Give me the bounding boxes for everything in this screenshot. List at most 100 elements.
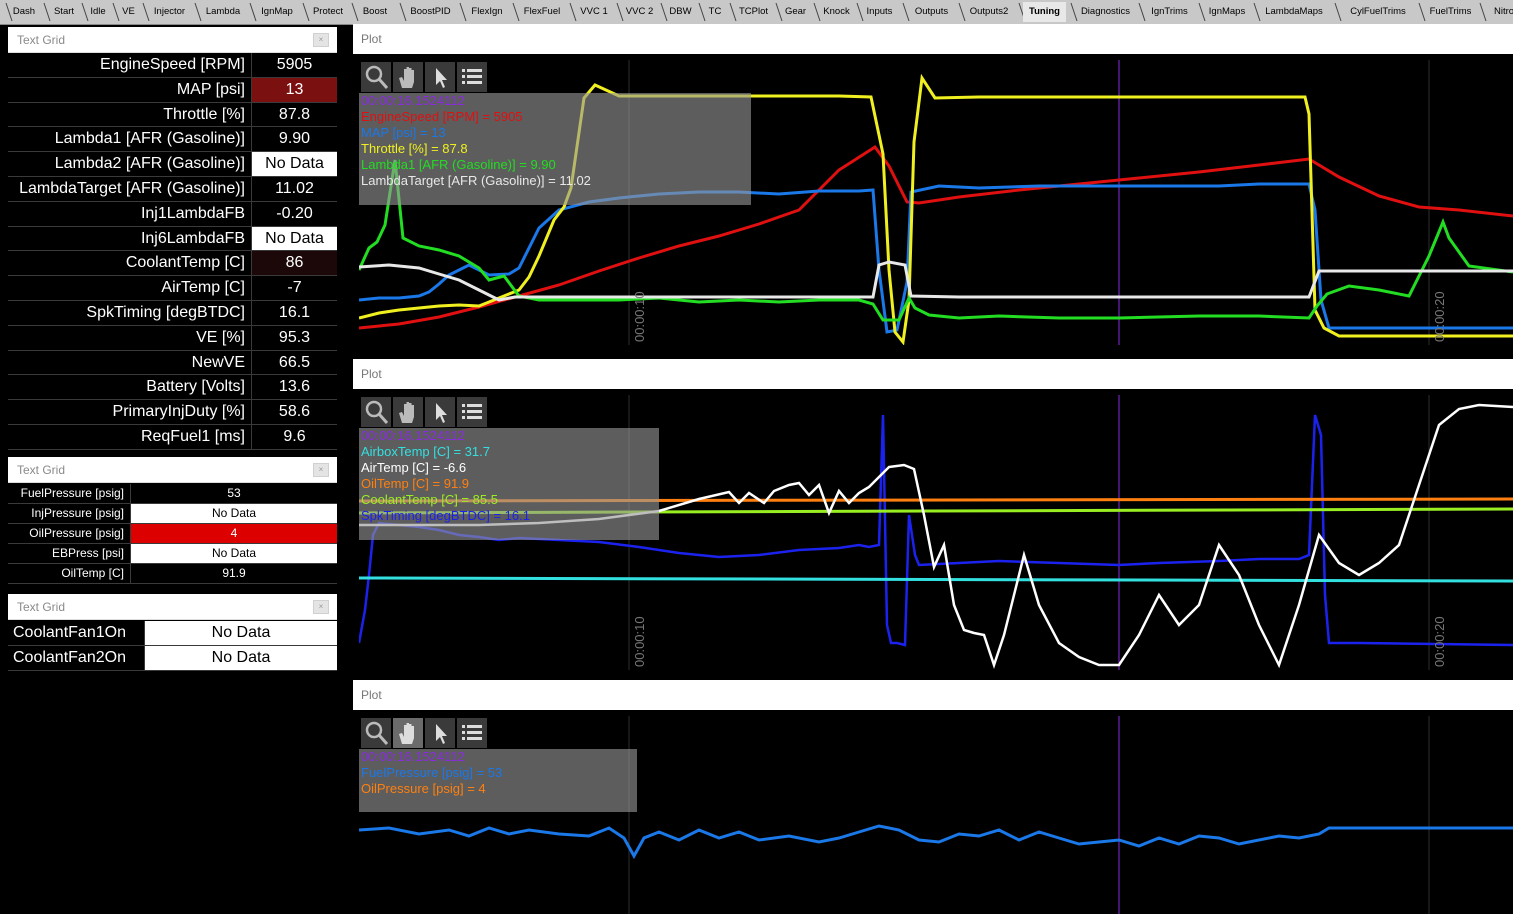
tab-outputs[interactable]: Outputs	[907, 2, 956, 22]
tab-lambda[interactable]: Lambda	[199, 2, 247, 22]
grid1-row: Inj1LambdaFB -0.20	[8, 201, 337, 227]
grid1-row: NewVE 66.5	[8, 350, 337, 376]
grid1-row: PrimaryInjDuty [%] 58.6	[8, 400, 337, 425]
tab-ve[interactable]: VE	[117, 2, 140, 22]
tab-tc[interactable]: TC	[703, 2, 727, 22]
tab-knock[interactable]: Knock	[818, 2, 855, 22]
panel-close-icon[interactable]: ×	[313, 463, 329, 477]
text-grid-2-header: Text Grid ×	[8, 457, 337, 483]
grid-value: -7	[251, 276, 337, 300]
plot-1-legend: 00:00:16.1524112 EngineSpeed [RPM] = 5905…	[359, 93, 751, 205]
tab-tcplot[interactable]: TCPlot	[734, 2, 773, 22]
grid-value: No Data	[144, 646, 337, 670]
panel-close-icon[interactable]: ×	[313, 33, 329, 47]
grid-label: EBPress [psi]	[51, 546, 124, 560]
tab-start[interactable]: Start	[48, 2, 80, 22]
grid-label: Inj1LambdaFB	[140, 204, 245, 222]
plot-2-header: Plot	[353, 359, 1513, 389]
plot-1-area[interactable]: 00:00:10 00:00:20 00:00:16.1524112 Engine…	[359, 60, 1513, 345]
pointer-icon[interactable]	[425, 718, 455, 748]
grid-value: 87.8	[251, 102, 337, 127]
tab-gear[interactable]: Gear	[780, 2, 811, 22]
plot-2-title: Plot	[361, 367, 382, 381]
grid1-row: Lambda1 [AFR (Gasoline)] 9.90	[8, 127, 337, 153]
tab-igntrims[interactable]: IgnTrims	[1143, 2, 1196, 22]
text-grid-2-title: Text Grid	[17, 463, 66, 477]
pan-hand-icon[interactable]	[393, 62, 423, 92]
tab-idle[interactable]: Idle	[86, 2, 110, 22]
list-icon[interactable]	[457, 397, 487, 427]
pan-hand-icon[interactable]	[393, 397, 423, 427]
grid-label: Lambda1 [AFR (Gasoline)]	[54, 130, 245, 148]
grid-value: No Data	[144, 621, 337, 645]
tab-vvc-2[interactable]: VVC 2	[621, 2, 658, 22]
grid-value: 4	[130, 524, 337, 543]
tab-ignmaps[interactable]: IgnMaps	[1203, 2, 1251, 22]
tab-outputs2[interactable]: Outputs2	[963, 2, 1015, 22]
plot-3-area[interactable]: 00:00:16.1524112 FuelPressure [psig] = 53…	[359, 716, 1513, 914]
legend-entry: SpkTiming [degBTDC] = 16.1	[361, 508, 530, 523]
tab-diagnostics[interactable]: Diagnostics	[1075, 2, 1136, 22]
grid2-row: EBPress [psi] No Data	[8, 544, 337, 564]
pointer-icon[interactable]	[425, 62, 455, 92]
tab-flexign[interactable]: FlexIgn	[464, 2, 510, 22]
tab-lambdamaps[interactable]: LambdaMaps	[1258, 2, 1330, 22]
grid-label: LambdaTarget [AFR (Gasoline)]	[19, 180, 245, 197]
grid-value: 16.1	[251, 301, 337, 325]
tab-dbw[interactable]: DBW	[665, 2, 696, 22]
grid1-row: MAP [psi] 13	[8, 77, 337, 103]
grid1-row: EngineSpeed [RPM] 5905	[8, 53, 337, 78]
grid-value: 13	[251, 77, 337, 102]
plot-3-canvas[interactable]	[359, 716, 1513, 914]
tab-tuning[interactable]: Tuning	[1023, 2, 1066, 22]
grid1-row: ReqFuel1 [ms] 9.6	[8, 425, 337, 450]
grid-value: No Data	[130, 544, 337, 563]
grid-label: NewVE	[191, 353, 245, 371]
tab-ignmap[interactable]: IgnMap	[254, 2, 300, 22]
tab-injector[interactable]: Injector	[147, 2, 192, 22]
tab-cylfueltrims[interactable]: CylFuelTrims	[1339, 2, 1417, 22]
series-fuel-pressure	[359, 824, 1513, 860]
grid-label: CoolantTemp [C]	[125, 254, 245, 272]
grid-label: ReqFuel1 [ms]	[140, 428, 245, 445]
time-label: 00:00:20	[1432, 616, 1447, 667]
grid-label: InjPressure [psig]	[31, 506, 124, 520]
tab-protect[interactable]: Protect	[307, 2, 349, 22]
grid-label: Throttle [%]	[163, 105, 245, 123]
zoom-icon[interactable]	[361, 397, 391, 427]
zoom-icon[interactable]	[361, 718, 391, 748]
grid-label: Inj6LambdaFB	[140, 229, 245, 247]
grid1-row: Throttle [%] 87.8	[8, 102, 337, 128]
tab-nitro[interactable]: Nitro	[1484, 2, 1513, 22]
grid-label: VE [%]	[196, 328, 245, 346]
grid-value: 53	[130, 484, 337, 503]
list-icon[interactable]	[457, 718, 487, 748]
plot-2-area[interactable]: 00:00:10 00:00:20 00:00:16.1524112 Airbox…	[359, 395, 1513, 670]
grid2-row: OilPressure [psig] 4	[8, 524, 337, 544]
cursor-time-readout: 00:00:16.1524112	[361, 428, 465, 443]
tab-dash[interactable]: Dash	[10, 2, 38, 22]
tab-boost[interactable]: Boost	[356, 2, 394, 22]
grid-label: FuelPressure [psig]	[20, 486, 124, 500]
tab-inputs[interactable]: Inputs	[861, 2, 898, 22]
list-icon[interactable]	[457, 62, 487, 92]
tab-boostpid[interactable]: BoostPID	[404, 2, 457, 22]
grid-label: PrimaryInjDuty [%]	[112, 403, 245, 421]
grid-value: 9.6	[251, 425, 337, 449]
panel-close-icon[interactable]: ×	[313, 600, 329, 614]
tab-fueltrims[interactable]: FuelTrims	[1423, 2, 1478, 22]
cursor-time-readout: 00:00:16.1524112	[361, 749, 465, 764]
legend-entry: LambdaTarget [AFR (Gasoline)] = 11.02	[361, 173, 591, 188]
grid-value: 86	[251, 251, 337, 276]
grid-label: OilTemp [C]	[61, 566, 124, 580]
grid-label: EngineSpeed [RPM]	[100, 56, 245, 73]
grid-value: -0.20	[251, 201, 337, 226]
pan-hand-icon[interactable]	[393, 718, 423, 748]
zoom-icon[interactable]	[361, 62, 391, 92]
tab-bar: Dash Start Idle VE Injector Lambda IgnMap Prote…	[0, 0, 1513, 25]
grid2-row: OilTemp [C] 91.9	[8, 564, 337, 584]
pointer-icon[interactable]	[425, 397, 455, 427]
text-grid-3-header: Text Grid ×	[8, 594, 337, 620]
tab-vvc-1[interactable]: VVC 1	[574, 2, 614, 22]
tab-flexfuel[interactable]: FlexFuel	[517, 2, 567, 22]
